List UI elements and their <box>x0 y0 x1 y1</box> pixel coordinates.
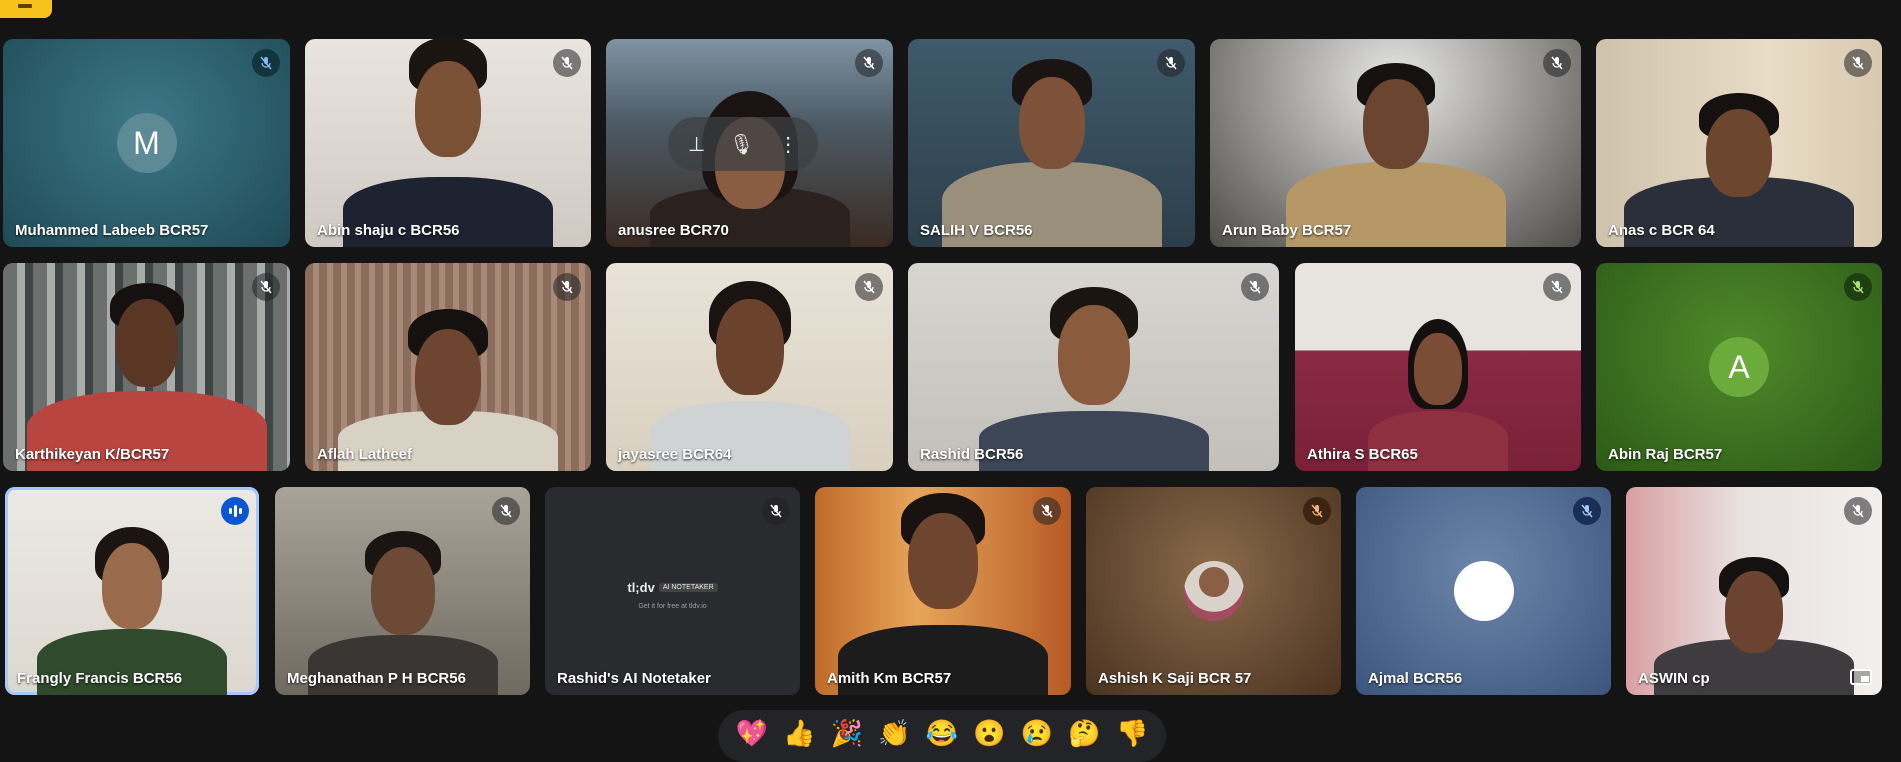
participant-video <box>1338 263 1538 471</box>
participant-tile[interactable]: Rashid BCR56 <box>908 263 1279 471</box>
participant-video <box>26 263 267 471</box>
participant-name: jayasree BCR64 <box>618 446 732 463</box>
participant-tile[interactable]: ⊥ 🎙 ⋮ anusree BCR70 <box>606 39 893 247</box>
reaction-thumbs-down-icon[interactable]: 👎 <box>1116 720 1148 746</box>
mic-off-icon <box>855 273 883 301</box>
reaction-clapping-icon[interactable]: 👏 <box>878 720 910 746</box>
mic-off-icon <box>1303 497 1331 525</box>
participant-video <box>974 263 1214 471</box>
mic-off-icon <box>1543 273 1571 301</box>
participant-video <box>833 487 1053 695</box>
mic-off-icon[interactable]: 🎙 <box>729 132 754 157</box>
avatar <box>1453 561 1514 621</box>
mic-off-icon <box>1033 497 1061 525</box>
participant-tile[interactable]: jayasree BCR64 <box>606 263 893 471</box>
participant-video <box>932 39 1172 247</box>
reaction-surprised-icon[interactable]: 😮 <box>973 720 1005 746</box>
participant-name: Ashish K Saji BCR 57 <box>1098 670 1252 687</box>
avatar: M <box>116 113 177 173</box>
mic-off-icon <box>1543 49 1571 77</box>
mic-off-icon <box>1844 497 1872 525</box>
participant-tile[interactable]: Abin shaju c BCR56 <box>305 39 591 247</box>
mic-off-icon <box>492 497 520 525</box>
participant-name: Frangly Francis BCR56 <box>17 670 183 687</box>
participant-name: SALIH V BCR56 <box>920 222 1033 239</box>
participant-video <box>630 263 870 471</box>
participant-video <box>328 263 568 471</box>
reaction-sparkling-heart-icon[interactable]: 💖 <box>736 720 768 746</box>
pin-icon[interactable]: ⊥ <box>688 132 705 157</box>
participant-video <box>1644 487 1864 695</box>
reaction-thumbs-up-icon[interactable]: 👍 <box>783 720 815 746</box>
participant-tile[interactable]: A Abin Raj BCR57 <box>1596 263 1882 471</box>
speaking-indicator-icon <box>221 497 249 525</box>
participant-tile[interactable]: Amith Km BCR57 <box>815 487 1071 695</box>
participant-tile[interactable]: Anas c BCR 64 <box>1596 39 1882 247</box>
participant-tile[interactable]: Athira S BCR65 <box>1295 263 1581 471</box>
mic-off-icon <box>762 497 790 525</box>
mic-off-icon <box>252 49 280 77</box>
participant-tile[interactable]: Ashish K Saji BCR 57 <box>1086 487 1341 695</box>
more-vert-icon[interactable]: ⋮ <box>778 132 798 157</box>
participant-tile[interactable]: Arun Baby BCR57 <box>1210 39 1581 247</box>
participant-name: Meghanathan P H BCR56 <box>287 670 466 687</box>
participant-tile[interactable]: SALIH V BCR56 <box>908 39 1195 247</box>
reaction-laughing-icon[interactable]: 😂 <box>926 720 958 746</box>
mic-off-icon <box>252 273 280 301</box>
participant-name: anusree BCR70 <box>618 222 729 239</box>
participant-name: Muhammed Labeeb BCR57 <box>15 222 209 239</box>
participant-video <box>303 487 503 695</box>
participant-name: Aflah Latheef <box>317 446 413 463</box>
notetaker-logo: tl;dv AI NOTETAKER Get it for free at tld… <box>627 579 718 610</box>
participant-tile[interactable]: Aflah Latheef <box>305 263 591 471</box>
participant-name: Anas c BCR 64 <box>1608 222 1715 239</box>
mic-off-icon <box>1573 497 1601 525</box>
participant-name: Arun Baby BCR57 <box>1222 222 1352 239</box>
tile-hover-controls: ⊥ 🎙 ⋮ <box>668 117 818 171</box>
participant-name: Karthikeyan K/BCR57 <box>15 446 170 463</box>
participant-name: Rashid's AI Notetaker <box>557 670 711 687</box>
participant-name: Rashid BCR56 <box>920 446 1024 463</box>
participant-name: ASWIN cp <box>1638 670 1710 687</box>
participant-video <box>1619 39 1859 247</box>
participant-name: Amith Km BCR57 <box>827 670 952 687</box>
mic-off-icon <box>1844 49 1872 77</box>
mic-off-icon <box>553 273 581 301</box>
participant-name: Abin Raj BCR57 <box>1608 446 1723 463</box>
participant-tile[interactable]: Frangly Francis BCR56 <box>5 487 259 695</box>
reaction-thinking-icon[interactable]: 🤔 <box>1068 720 1100 746</box>
participant-name: Athira S BCR65 <box>1307 446 1418 463</box>
mic-off-icon <box>553 49 581 77</box>
reaction-bar: 💖 👍 🎉 👏 😂 😮 😢 🤔 👎 <box>718 710 1166 762</box>
presentation-chip[interactable] <box>0 0 52 18</box>
picture-in-picture-icon[interactable] <box>1850 669 1872 685</box>
participant-tile[interactable]: Karthikeyan K/BCR57 <box>3 263 290 471</box>
participant-tile[interactable]: Ajmal BCR56 <box>1356 487 1611 695</box>
reaction-party-popper-icon[interactable]: 🎉 <box>831 720 863 746</box>
participant-video <box>1276 39 1516 247</box>
participant-video <box>32 487 232 695</box>
participant-name: Abin shaju c BCR56 <box>317 222 460 239</box>
participant-tile[interactable]: ASWIN cp <box>1626 487 1882 695</box>
participant-tile[interactable]: Meghanathan P H BCR56 <box>275 487 530 695</box>
avatar <box>1183 561 1244 621</box>
participant-video <box>328 39 568 247</box>
avatar: A <box>1709 337 1769 397</box>
mic-off-icon <box>855 49 883 77</box>
participant-name: Ajmal BCR56 <box>1368 670 1463 687</box>
reaction-crying-icon[interactable]: 😢 <box>1021 720 1053 746</box>
mic-off-icon <box>1157 49 1185 77</box>
mic-off-icon <box>1844 273 1872 301</box>
participant-tile[interactable]: M Muhammed Labeeb BCR57 <box>3 39 290 247</box>
chip-icon <box>18 4 32 8</box>
participant-tile[interactable]: tl;dv AI NOTETAKER Get it for free at tld… <box>545 487 800 695</box>
mic-off-icon <box>1241 273 1269 301</box>
